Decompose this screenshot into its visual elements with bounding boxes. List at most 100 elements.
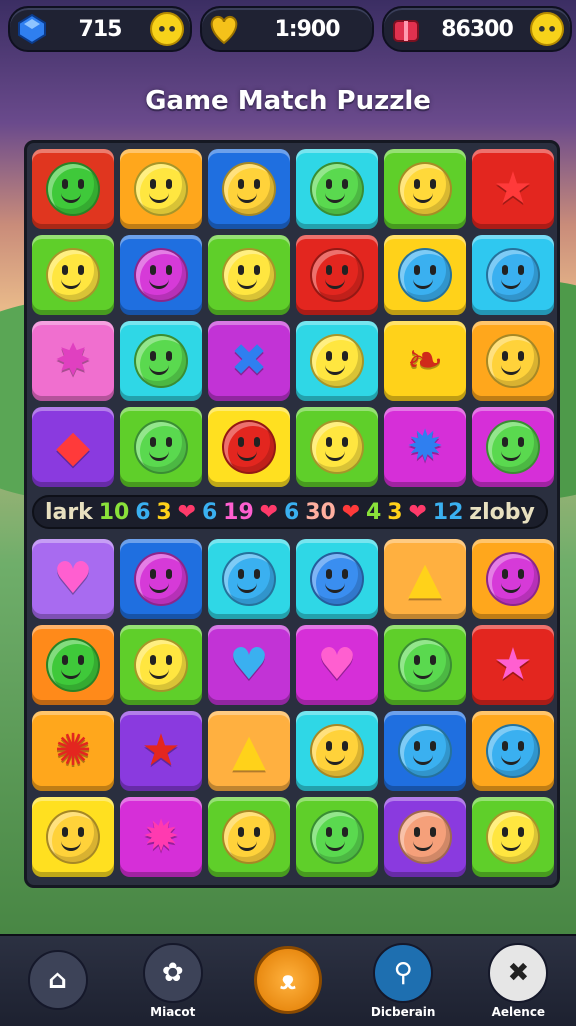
- smiley-face-icon: [222, 420, 276, 474]
- game-tile[interactable]: [208, 797, 290, 877]
- candy-shape-icon: ♥: [229, 639, 269, 690]
- coins-value: 86300: [441, 16, 514, 42]
- house-leaf-icon: ⌂: [27, 950, 88, 1010]
- gold-heart-icon: [206, 11, 242, 47]
- nav-item-face-button[interactable]: ᴥ: [243, 946, 333, 1016]
- candy-shape-icon: ✸: [54, 335, 92, 386]
- tile-grid-bottom: ♥ ▲ ♥ ♥ ★ ✺ ★ ▲ ✹: [32, 539, 554, 877]
- gems-counter[interactable]: 715 ••: [8, 6, 192, 52]
- game-tile[interactable]: [32, 797, 114, 877]
- strip-item: 12: [432, 499, 464, 525]
- smiley-face-icon: [134, 638, 188, 692]
- game-tile[interactable]: [296, 797, 378, 877]
- game-tile[interactable]: [472, 797, 554, 877]
- smiley-face-icon: [134, 552, 188, 606]
- strip-item: 3: [156, 499, 172, 525]
- smiley-face-icon: [310, 334, 364, 388]
- game-tile[interactable]: [120, 407, 202, 487]
- game-tile[interactable]: [32, 625, 114, 705]
- smiley-face-icon: [310, 724, 364, 778]
- smiley-face-icon: [46, 810, 100, 864]
- game-tile[interactable]: ♥: [208, 625, 290, 705]
- smiley-face-icon: [310, 248, 364, 302]
- game-tile[interactable]: [120, 321, 202, 401]
- game-tile[interactable]: ◆: [32, 407, 114, 487]
- game-tile[interactable]: [384, 149, 466, 229]
- close-icon: ✖: [488, 943, 549, 1003]
- coins-counter[interactable]: 86300 ••: [382, 6, 572, 52]
- game-tile[interactable]: [208, 539, 290, 619]
- game-tile[interactable]: [296, 711, 378, 791]
- strip-item: lark: [44, 499, 93, 525]
- game-tile[interactable]: ✖: [208, 321, 290, 401]
- candy-shape-icon: ◆: [56, 421, 90, 472]
- candy-shape-icon: ✹: [142, 811, 180, 862]
- game-tile[interactable]: ✹: [384, 407, 466, 487]
- strip-item: ❤: [259, 499, 279, 525]
- game-tile[interactable]: [296, 235, 378, 315]
- game-tile[interactable]: [296, 321, 378, 401]
- game-tile[interactable]: [32, 149, 114, 229]
- game-tile[interactable]: [120, 625, 202, 705]
- smiley-face-icon: [398, 810, 452, 864]
- game-tile[interactable]: ▲: [208, 711, 290, 791]
- smiley-face-icon: [398, 162, 452, 216]
- game-tile[interactable]: ★: [120, 711, 202, 791]
- game-tile[interactable]: [120, 149, 202, 229]
- game-tile[interactable]: ✹: [120, 797, 202, 877]
- nav-item-house-leaf[interactable]: ⌂: [13, 950, 103, 1012]
- add-coins-icon[interactable]: ••: [530, 12, 564, 46]
- game-tile[interactable]: [384, 625, 466, 705]
- game-tile[interactable]: [208, 149, 290, 229]
- strip-item: 19: [223, 499, 254, 525]
- game-tile[interactable]: [296, 539, 378, 619]
- game-tile[interactable]: [384, 797, 466, 877]
- blue-gem-icon: [14, 11, 50, 47]
- game-tile[interactable]: [384, 235, 466, 315]
- game-tile[interactable]: [472, 539, 554, 619]
- smiley-face-icon: [46, 638, 100, 692]
- game-tile[interactable]: [32, 235, 114, 315]
- smiley-face-icon: [134, 420, 188, 474]
- game-tile[interactable]: ✺: [32, 711, 114, 791]
- game-tile[interactable]: ★: [472, 149, 554, 229]
- candy-shape-icon: ★: [141, 725, 181, 776]
- game-tile[interactable]: ♥: [296, 625, 378, 705]
- add-gems-icon[interactable]: ••: [150, 12, 184, 46]
- game-tile[interactable]: [472, 407, 554, 487]
- smiley-face-icon: [46, 248, 100, 302]
- strip-item: ❤: [341, 499, 361, 525]
- game-tile[interactable]: ❧: [384, 321, 466, 401]
- game-tile[interactable]: [120, 235, 202, 315]
- game-tile[interactable]: [472, 235, 554, 315]
- game-tile[interactable]: ▲: [384, 539, 466, 619]
- nav-item-search[interactable]: ⚲ Dicberain: [358, 943, 448, 1019]
- game-tile[interactable]: [472, 321, 554, 401]
- candy-shape-icon: ✺: [54, 725, 92, 776]
- lives-counter[interactable]: 1:900: [200, 6, 374, 52]
- game-tile[interactable]: ★: [472, 625, 554, 705]
- smiley-face-icon: [46, 162, 100, 216]
- game-tile[interactable]: [120, 539, 202, 619]
- game-tile[interactable]: [296, 407, 378, 487]
- candy-shape-icon: ♥: [317, 639, 357, 690]
- candy-shape-icon: ♥: [53, 553, 93, 604]
- game-tile[interactable]: [208, 407, 290, 487]
- candy-shape-icon: ★: [493, 163, 533, 214]
- smiley-face-icon: [310, 162, 364, 216]
- game-tile[interactable]: [472, 711, 554, 791]
- candy-shape-icon: ✹: [406, 421, 444, 472]
- game-tile[interactable]: ✸: [32, 321, 114, 401]
- smiley-face-icon: [486, 810, 540, 864]
- game-tile[interactable]: [296, 149, 378, 229]
- strip-item: 10: [98, 499, 130, 525]
- paw-icon: ✿: [142, 943, 203, 1003]
- game-tile[interactable]: [208, 235, 290, 315]
- gems-value: 715: [78, 16, 123, 42]
- smiley-face-icon: [486, 552, 540, 606]
- game-tile[interactable]: ♥: [32, 539, 114, 619]
- game-tile[interactable]: [384, 711, 466, 791]
- nav-label: Aelence: [491, 1005, 546, 1019]
- nav-item-paw[interactable]: ✿ Miacot: [128, 943, 218, 1019]
- nav-item-close[interactable]: ✖ Aelence: [473, 943, 563, 1019]
